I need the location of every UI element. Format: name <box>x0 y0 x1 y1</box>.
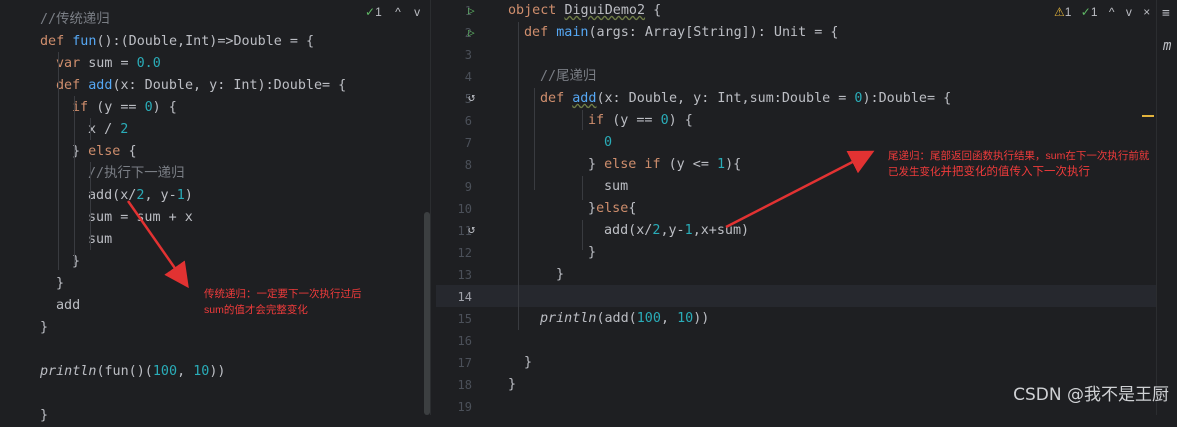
watermark: CSDN @我不是王厨 <box>1013 385 1169 405</box>
annotation-line: sum的值才会完整变化 <box>204 304 308 316</box>
annotation-line: 传统递归：一定要下一次执行过后 <box>204 288 362 300</box>
annotation-line: 已发生变化并把变化的值传入下一次执行 <box>888 166 1090 178</box>
left-arrow <box>126 200 189 289</box>
annotation-tail: 尾递归：尾部返回函数执行结果，sum在下一次执行前就 已发生变化并把变化的值传入… <box>888 148 1149 180</box>
annotation-traditional: 传统递归：一定要下一次执行过后 sum的值才会完整变化 <box>204 286 362 318</box>
annotation-line: 尾递归：尾部返回函数执行结果，sum在下一次执行前就 <box>888 150 1150 162</box>
right-arrow <box>725 150 875 229</box>
annotation-arrows <box>126 150 875 289</box>
